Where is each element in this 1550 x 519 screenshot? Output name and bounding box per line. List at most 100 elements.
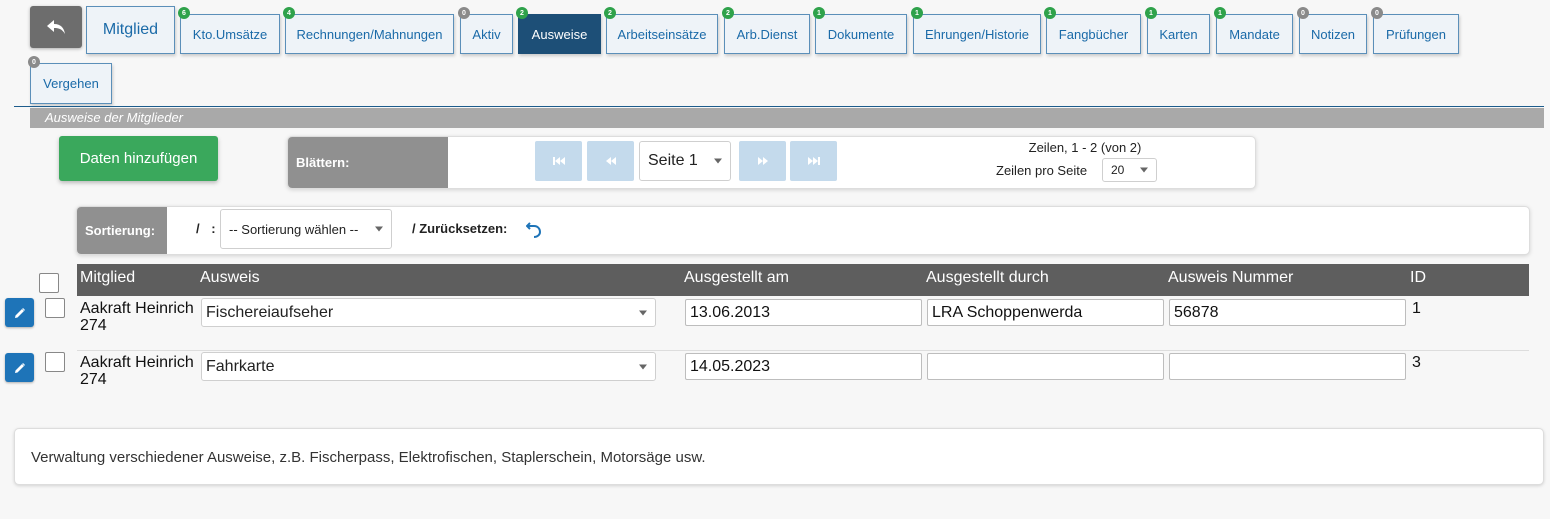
column-header-ausweis-nummer[interactable]: Ausweis Nummer — [1168, 264, 1293, 292]
pencil-icon — [14, 362, 25, 373]
tab-divider — [14, 106, 1544, 107]
edit-row-button[interactable] — [5, 298, 34, 327]
tab-label: Karten — [1159, 26, 1198, 42]
tab-label: Vergehen — [43, 76, 99, 91]
select-all-checkbox[interactable] — [39, 273, 59, 293]
member-number: 274 — [80, 371, 107, 388]
sort-select-value: -- Sortierung wählen -- — [229, 221, 359, 237]
tab-label: Rechnungen/Mahnungen — [296, 26, 443, 42]
page-select[interactable]: Seite 1 — [639, 141, 731, 181]
pager-label: Blättern: — [288, 137, 448, 188]
tab-count-badge: 1 — [1214, 7, 1226, 19]
rows-per-page-select[interactable]: 20 — [1102, 158, 1157, 182]
rows-per-page-label: Zeilen pro Seite — [996, 163, 1088, 178]
tab-kto-umsaetze[interactable]: 6 Kto.Umsätze — [178, 7, 280, 54]
tab-label: Dokumente — [827, 26, 895, 42]
tab-label: Fangbücher — [1058, 26, 1129, 42]
add-data-button[interactable]: Daten hinzufügen — [59, 136, 218, 181]
reset-icon[interactable] — [526, 220, 542, 238]
chevron-down-icon — [1140, 167, 1148, 173]
tab-karten[interactable]: 1 Karten — [1145, 7, 1210, 54]
tab-rechnungen-mahnungen[interactable]: 4 Rechnungen/Mahnungen — [283, 7, 454, 54]
first-page-button[interactable] — [535, 141, 582, 181]
tab-count-badge: 0 — [1371, 7, 1383, 19]
row-checkbox[interactable] — [45, 352, 65, 372]
tab-count-badge: 1 — [1044, 7, 1056, 19]
tab-count-badge: 1 — [1145, 7, 1157, 19]
tab-label: Prüfungen — [1386, 26, 1446, 42]
tab-mitglied[interactable]: Mitglied — [86, 6, 175, 54]
issued-date-input[interactable]: 14.05.2023 — [685, 353, 922, 380]
chevron-down-icon — [639, 364, 647, 369]
tab-vergehen[interactable]: 0 Vergehen — [28, 56, 112, 104]
tab-fangbuecher[interactable]: 1 Fangbücher — [1044, 7, 1141, 54]
back-button[interactable] — [30, 6, 82, 48]
ausweis-select-value: Fischereiaufseher — [206, 303, 334, 321]
section-title: Ausweise der Mitglieder — [30, 108, 1544, 128]
tab-count-badge: 1 — [911, 7, 923, 19]
tab-label: Mitglied — [102, 21, 159, 38]
tab-count-badge: 4 — [283, 7, 295, 19]
tab-label: Kto.Umsätze — [192, 26, 268, 42]
member-number: 274 — [80, 317, 107, 334]
chevron-down-icon — [639, 310, 647, 315]
chevron-down-icon — [714, 158, 722, 164]
first-page-icon — [552, 157, 565, 165]
last-page-button[interactable] — [790, 141, 837, 181]
column-header-ausgestellt-durch[interactable]: Ausgestellt durch — [926, 264, 1049, 292]
table-header — [77, 264, 1529, 296]
ausweis-select[interactable]: Fahrkarte — [201, 352, 656, 381]
sort-select[interactable]: -- Sortierung wählen -- — [220, 209, 392, 249]
forward-icon — [757, 157, 768, 165]
tab-notizen[interactable]: 0 Notizen — [1297, 7, 1367, 54]
ausweis-number-input[interactable] — [1169, 353, 1406, 380]
column-header-id[interactable]: ID — [1410, 264, 1426, 292]
issued-date-input[interactable]: 13.06.2013 — [685, 299, 922, 326]
member-name: Aakraft Heinrich — [80, 300, 194, 317]
tab-label: Ausweise — [531, 26, 588, 42]
tab-count-badge: 6 — [178, 7, 190, 19]
tab-aktiv[interactable]: 0 Aktiv — [458, 7, 513, 54]
tab-count-badge: 0 — [458, 7, 470, 19]
row-id: 3 — [1412, 354, 1421, 371]
tab-ausweise[interactable]: 2 Ausweise — [516, 7, 601, 54]
info-note: Verwaltung verschiedener Ausweise, z.B. … — [14, 428, 1544, 485]
row-id: 1 — [1412, 300, 1421, 317]
tab-count-badge: 1 — [813, 7, 825, 19]
tab-label: Ehrungen/Historie — [924, 26, 1030, 42]
member-name: Aakraft Heinrich — [80, 354, 194, 371]
row-divider — [77, 350, 1529, 351]
column-header-mitglied[interactable]: Mitglied — [80, 264, 135, 292]
next-page-button[interactable] — [739, 141, 786, 181]
last-page-icon — [807, 157, 820, 165]
issued-by-input[interactable]: LRA Schoppenwerda — [927, 299, 1164, 326]
tab-arb-dienst[interactable]: 2 Arb.Dienst — [722, 7, 810, 54]
ausweis-number-input[interactable]: 56878 — [1169, 299, 1406, 326]
reset-label: / Zurücksetzen: — [412, 221, 508, 236]
page-select-value: Seite 1 — [648, 152, 698, 169]
tab-ehrungen-historie[interactable]: 1 Ehrungen/Historie — [911, 7, 1041, 54]
tab-dokumente[interactable]: 1 Dokumente — [813, 7, 907, 54]
column-header-ausweis[interactable]: Ausweis — [200, 264, 260, 292]
issued-by-input[interactable] — [927, 353, 1164, 380]
sort-separator: / : — [196, 221, 220, 236]
ausweis-select[interactable]: Fischereiaufseher — [201, 298, 656, 327]
ausweis-select-value: Fahrkarte — [206, 357, 275, 375]
column-header-ausgestellt-am[interactable]: Ausgestellt am — [684, 264, 789, 292]
chevron-down-icon — [375, 226, 383, 232]
row-checkbox[interactable] — [45, 298, 65, 318]
tab-count-badge: 2 — [722, 7, 734, 19]
tab-count-badge: 2 — [516, 7, 528, 19]
tab-label: Mandate — [1229, 26, 1280, 42]
tab-label: Notizen — [1310, 26, 1356, 42]
tab-arbeitseinsaetze[interactable]: 2 Arbeitseinsätze — [604, 7, 718, 54]
tab-label: Aktiv — [472, 26, 501, 42]
rewind-icon — [605, 157, 616, 165]
edit-row-button[interactable] — [5, 353, 34, 382]
tab-label: Arb.Dienst — [736, 26, 798, 42]
tab-mandate[interactable]: 1 Mandate — [1214, 7, 1293, 54]
tab-label: Arbeitseinsätze — [617, 26, 707, 42]
prev-page-button[interactable] — [587, 141, 634, 181]
tab-pruefungen[interactable]: 0 Prüfungen — [1371, 7, 1459, 54]
rows-info: Zeilen, 1 - 2 (von 2) — [1028, 140, 1142, 155]
